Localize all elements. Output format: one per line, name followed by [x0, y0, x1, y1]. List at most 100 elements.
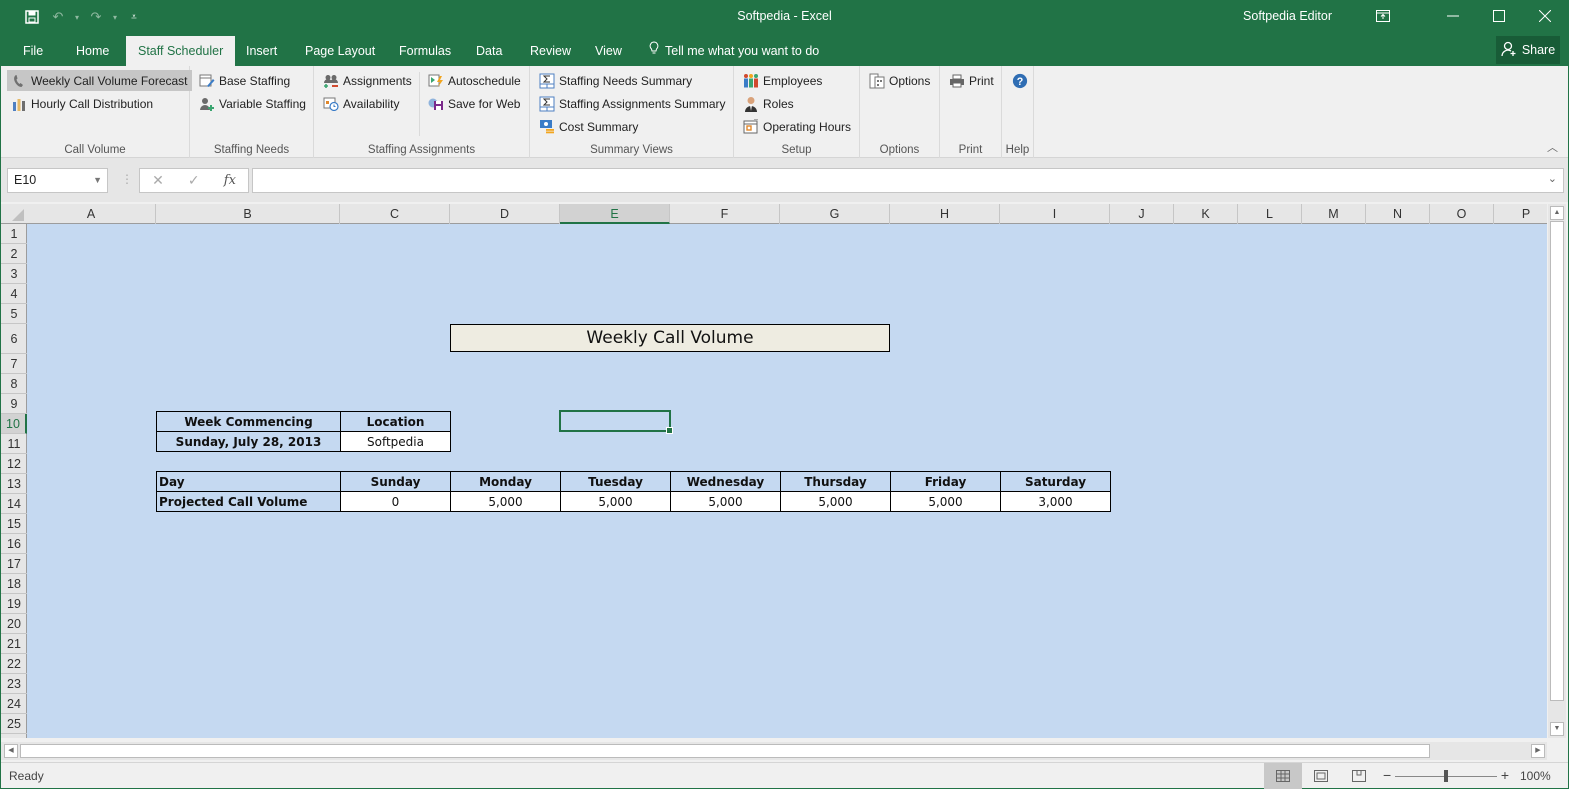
- share-button[interactable]: Share: [1496, 36, 1560, 64]
- base-staffing-button[interactable]: Base Staffing: [195, 70, 294, 91]
- options-button[interactable]: Options: [865, 70, 934, 91]
- day-header-wednesday[interactable]: Wednesday: [670, 471, 781, 492]
- row-header-13[interactable]: 13: [1, 474, 27, 494]
- column-header-p[interactable]: P: [1494, 204, 1547, 224]
- maximize-icon[interactable]: [1476, 0, 1522, 32]
- tab-view[interactable]: View: [583, 36, 634, 66]
- column-header-e[interactable]: E: [560, 204, 670, 224]
- zoom-in-icon[interactable]: +: [1501, 767, 1509, 783]
- day-header[interactable]: Day: [156, 471, 341, 492]
- roles-button[interactable]: Roles: [739, 93, 798, 114]
- row-header-19[interactable]: 19: [1, 594, 27, 614]
- tab-file[interactable]: File: [11, 36, 55, 66]
- column-header-g[interactable]: G: [780, 204, 890, 224]
- sheet-title[interactable]: Weekly Call Volume: [450, 324, 890, 352]
- row-header-22[interactable]: 22: [1, 654, 27, 674]
- close-icon[interactable]: [1522, 0, 1568, 32]
- week-commencing-header[interactable]: Week Commencing: [156, 411, 341, 432]
- call-volume-wednesday[interactable]: 5,000: [670, 491, 781, 512]
- formula-bar-resize-handle[interactable]: ⋮: [121, 172, 133, 186]
- print-button[interactable]: Print: [945, 70, 998, 91]
- scroll-left-icon[interactable]: ◀: [4, 744, 18, 758]
- horizontal-scrollbar[interactable]: ◀ ▶: [1, 742, 1547, 760]
- insert-function-icon[interactable]: fx: [224, 173, 236, 188]
- user-name[interactable]: Softpedia Editor: [1243, 9, 1332, 23]
- zoom-slider[interactable]: − +: [1383, 767, 1509, 783]
- row-header-23[interactable]: 23: [1, 674, 27, 694]
- column-header-l[interactable]: L: [1238, 204, 1302, 224]
- row-header-9[interactable]: 9: [1, 394, 27, 414]
- assignments-button[interactable]: Assignments: [319, 70, 416, 91]
- tab-formulas[interactable]: Formulas: [387, 36, 463, 66]
- call-volume-sunday[interactable]: 0: [340, 491, 451, 512]
- row-header-10[interactable]: 10: [1, 414, 27, 434]
- tab-review[interactable]: Review: [518, 36, 583, 66]
- availability-button[interactable]: Availability: [319, 93, 403, 114]
- column-header-k[interactable]: K: [1174, 204, 1238, 224]
- row-header-15[interactable]: 15: [1, 514, 27, 534]
- column-header-a[interactable]: A: [27, 204, 156, 224]
- name-box-dropdown-icon[interactable]: ▼: [93, 169, 102, 192]
- row-header-12[interactable]: 12: [1, 454, 27, 474]
- column-header-j[interactable]: J: [1110, 204, 1174, 224]
- day-header-sunday[interactable]: Sunday: [340, 471, 451, 492]
- row-header-20[interactable]: 20: [1, 614, 27, 634]
- name-box[interactable]: E10 ▼: [7, 168, 108, 193]
- row-header-5[interactable]: 5: [1, 304, 27, 324]
- active-cell-e10[interactable]: [559, 410, 673, 434]
- row-header-4[interactable]: 4: [1, 284, 27, 304]
- vertical-scroll-thumb[interactable]: [1550, 221, 1564, 701]
- call-volume-friday[interactable]: 5,000: [890, 491, 1001, 512]
- row-header-24[interactable]: 24: [1, 694, 27, 714]
- vertical-scrollbar[interactable]: ▲ ▼: [1548, 204, 1566, 738]
- location-value[interactable]: Softpedia: [340, 431, 451, 452]
- scroll-down-icon[interactable]: ▼: [1550, 722, 1564, 736]
- tab-staff-scheduler[interactable]: Staff Scheduler: [126, 36, 236, 66]
- cancel-icon[interactable]: ✕: [152, 172, 164, 189]
- column-header-d[interactable]: D: [450, 204, 560, 224]
- hourly-call-distribution-button[interactable]: Hourly Call Distribution: [7, 93, 157, 114]
- normal-view-icon[interactable]: [1264, 763, 1302, 789]
- row-header-1[interactable]: 1: [1, 224, 27, 244]
- staffing-needs-summary-button[interactable]: Staffing Needs Summary: [535, 70, 696, 91]
- horizontal-scroll-thumb[interactable]: [20, 744, 1430, 758]
- row-header-11[interactable]: 11: [1, 434, 27, 454]
- scroll-up-icon[interactable]: ▲: [1550, 206, 1564, 220]
- column-header-m[interactable]: M: [1302, 204, 1366, 224]
- ribbon-display-options-icon[interactable]: [1360, 0, 1406, 32]
- call-volume-thursday[interactable]: 5,000: [780, 491, 891, 512]
- column-header-c[interactable]: C: [340, 204, 450, 224]
- operating-hours-button[interactable]: Operating Hours: [739, 116, 855, 137]
- page-layout-view-icon[interactable]: [1302, 763, 1340, 789]
- formula-input[interactable]: ⌄: [252, 168, 1564, 193]
- collapse-ribbon-icon[interactable]: ︿: [1547, 139, 1558, 155]
- column-header-n[interactable]: N: [1366, 204, 1430, 224]
- save-for-web-button[interactable]: Save for Web: [424, 93, 524, 114]
- row-header-6[interactable]: 6: [1, 324, 27, 354]
- column-header-i[interactable]: I: [1000, 204, 1110, 224]
- column-header-b[interactable]: B: [156, 204, 340, 224]
- zoom-level[interactable]: 100%: [1520, 769, 1551, 783]
- row-header-18[interactable]: 18: [1, 574, 27, 594]
- help-button[interactable]: ?: [1008, 70, 1032, 91]
- tab-insert[interactable]: Insert: [234, 36, 289, 66]
- expand-formula-bar-icon[interactable]: ⌄: [1548, 172, 1557, 185]
- week-commencing-value[interactable]: Sunday, July 28, 2013: [156, 431, 341, 452]
- day-header-saturday[interactable]: Saturday: [1000, 471, 1111, 492]
- select-all-button[interactable]: [1, 204, 27, 224]
- enter-check-icon[interactable]: ✓: [188, 172, 200, 189]
- row-header-14[interactable]: 14: [1, 494, 27, 514]
- row-header-17[interactable]: 17: [1, 554, 27, 574]
- row-header-25[interactable]: 25: [1, 714, 27, 734]
- zoom-out-icon[interactable]: −: [1383, 767, 1391, 783]
- row-header-7[interactable]: 7: [1, 354, 27, 374]
- tab-page-layout[interactable]: Page Layout: [293, 36, 387, 66]
- tab-home[interactable]: Home: [64, 36, 121, 66]
- scroll-right-icon[interactable]: ▶: [1531, 744, 1545, 758]
- employees-button[interactable]: Employees: [739, 70, 826, 91]
- row-header-3[interactable]: 3: [1, 264, 27, 284]
- day-header-tuesday[interactable]: Tuesday: [560, 471, 671, 492]
- call-volume-tuesday[interactable]: 5,000: [560, 491, 671, 512]
- column-header-h[interactable]: H: [890, 204, 1000, 224]
- column-header-o[interactable]: O: [1430, 204, 1494, 224]
